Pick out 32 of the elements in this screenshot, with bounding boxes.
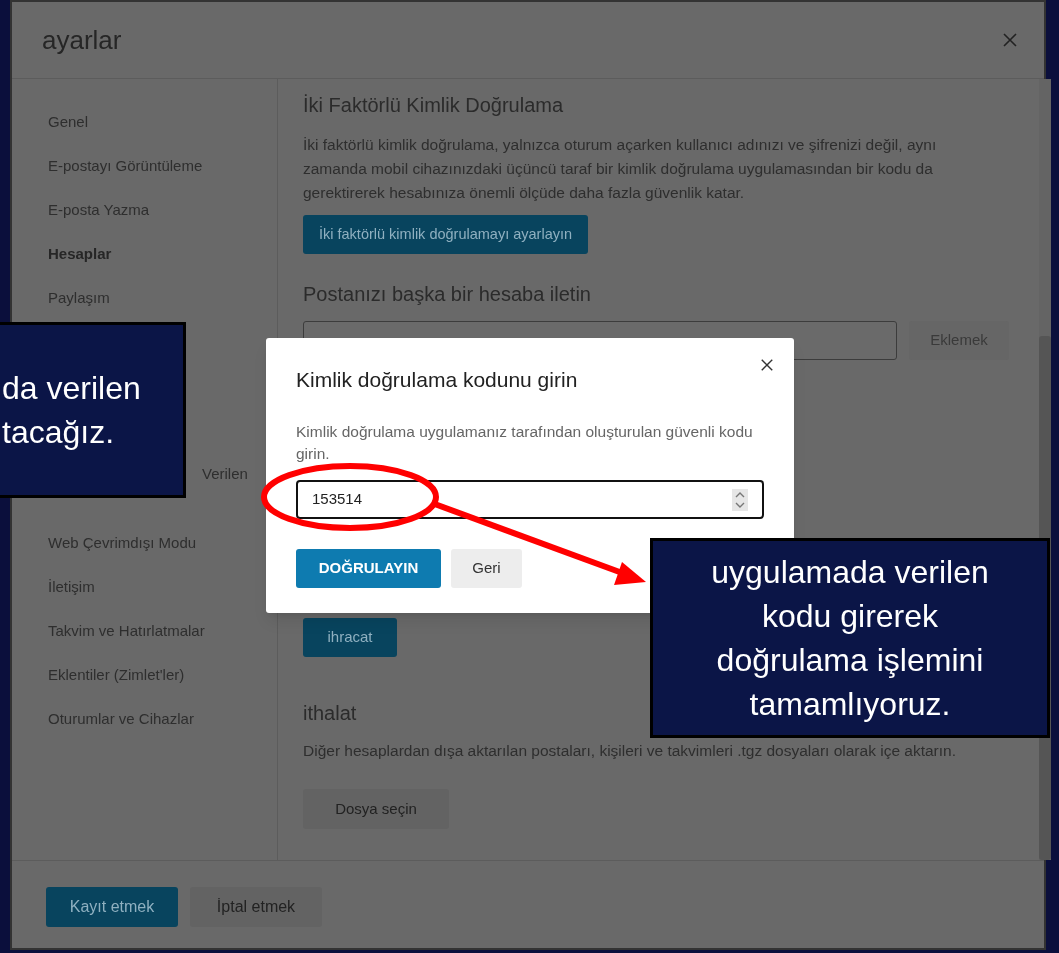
callout-text: da verilen: [1, 369, 142, 408]
sidebar-item[interactable]: Paylaşım: [12, 276, 277, 320]
callout-text: tacağız.: [1, 413, 116, 452]
section-description: İki faktörlü kimlik doğrulama, yalnızca oturum açarken kullanıcı adınızı ve şifrenizi değil, aynı zamanda mobil cihazınızdaki üçüncü taraf bir kimlik doğrulama uygulamasından bir kodu da gerektirerek hesabınıza önemli ölçüde daha fazla güvenlik katar.: [303, 135, 938, 203]
window-title: ayarlar: [42, 23, 122, 57]
dialog-description: Kimlik doğrulama uygulamanız tarafından oluşturulan güvenli kodu girin.: [296, 422, 754, 464]
callout-text: uygulamada verilen: [711, 553, 989, 592]
section-heading: ithalat: [303, 701, 357, 726]
export-button[interactable]: ihracat: [303, 618, 397, 657]
sidebar-item[interactable]: Hesaplar: [12, 232, 277, 276]
section-heading: İki Faktörlü Kimlik Doğrulama: [303, 93, 565, 118]
sidebar-item[interactable]: Takvim ve Hatırlatmalar: [12, 609, 277, 653]
choose-file-button[interactable]: Dosya seçin: [303, 789, 449, 829]
dialog-button[interactable]: DOĞRULAYIN: [296, 549, 441, 588]
section-description: Diğer hesaplardan dışa aktarılan postaları, kişileri ve takvimleri .tgz dosyaları olarak içe aktarın.: [303, 741, 957, 761]
sidebar-item[interactable]: Eklentiler (Zimlet'ler): [12, 653, 277, 697]
callout-text: kodu girerek: [761, 597, 939, 636]
dialog-title: Kimlik doğrulama kodunu girin: [296, 367, 579, 393]
callout-text: doğrulama işlemini: [716, 641, 984, 680]
callout-text: tamamlıyoruz.: [749, 685, 951, 724]
setup-button[interactable]: İki faktörlü kimlik doğrulamayı ayarlayın: [303, 215, 589, 254]
sidebar-item[interactable]: Genel: [12, 100, 277, 144]
close-icon[interactable]: [760, 358, 774, 372]
sidebar-item[interactable]: E-posta Yazma: [12, 188, 277, 232]
footer-button[interactable]: İptal etmek: [190, 887, 322, 927]
sidebar-item[interactable]: Oturumlar ve Cihazlar: [12, 697, 277, 741]
footer-button[interactable]: Kayıt etmek: [46, 887, 178, 927]
code-field[interactable]: 153514: [296, 480, 764, 519]
sidebar-item[interactable]: E-postayı Görüntüleme: [12, 144, 277, 188]
spinner-icon[interactable]: [732, 488, 748, 511]
dialog-button[interactable]: Geri: [451, 549, 522, 588]
section-heading: Postanızı başka bir hesaba iletin: [303, 282, 592, 307]
